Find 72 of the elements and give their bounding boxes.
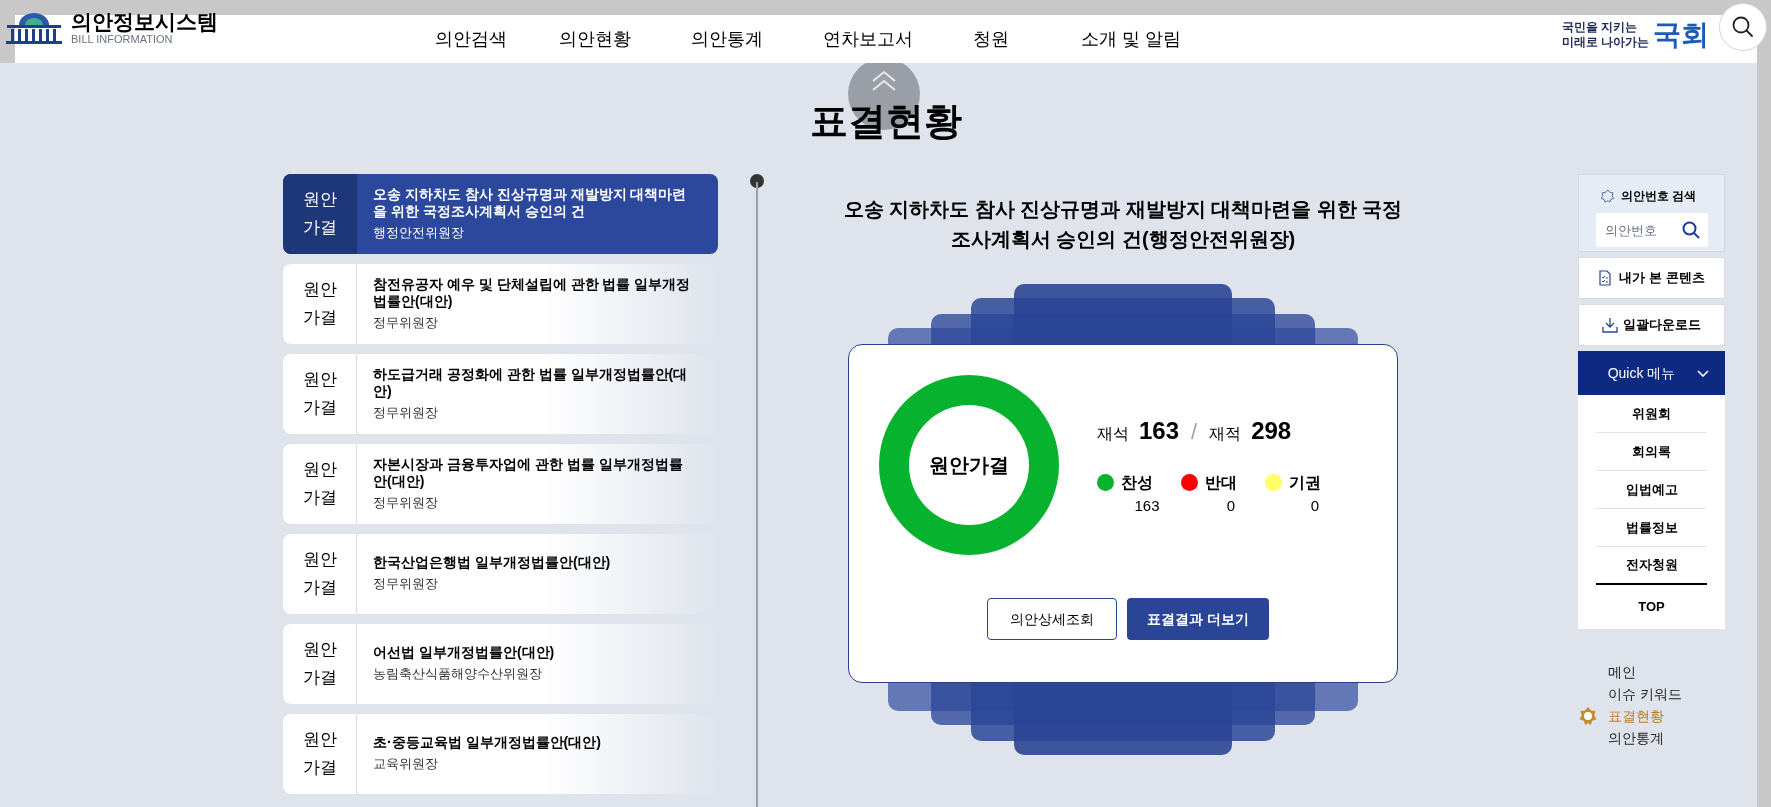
vote-count: 0 — [1309, 495, 1321, 516]
result-label: 원안 가결 — [301, 639, 338, 689]
committee-name: 정무위원장 — [373, 403, 439, 422]
result-label: 원안 가결 — [302, 189, 338, 239]
page-nav-link[interactable]: 이슈 키워드 — [1608, 683, 1682, 705]
quick-menu-link[interactable]: 전자청원 — [1596, 547, 1707, 585]
committee-name: 교육위원장 — [373, 755, 439, 774]
quick-menu-link[interactable]: 입법예고 — [1596, 471, 1707, 509]
page-title: 표결현황 — [810, 99, 962, 144]
double-chevron-up-icon — [870, 70, 898, 92]
nav-link[interactable]: 청원 — [973, 25, 1009, 53]
bill-detail-button[interactable]: 의안상세조회 — [987, 598, 1118, 640]
emblem-icon — [1600, 189, 1615, 203]
quick-menu-link[interactable]: 법률정보 — [1596, 509, 1707, 547]
committee-name: 정무위원장 — [373, 313, 439, 332]
bill-title: 한국산업은행법 일부개정법률안(대안) — [373, 554, 612, 572]
nav-link[interactable]: 의안통계 — [691, 25, 763, 53]
chevron-icon — [1697, 369, 1710, 377]
search-icon[interactable] — [1681, 221, 1700, 239]
assembly-building-icon — [5, 11, 63, 45]
nav-link[interactable]: 소개 및 알림 — [1081, 25, 1181, 53]
top-link[interactable]: TOP — [1596, 585, 1707, 629]
bill-title: 참전유공자 예우 및 단체설립에 관한 법률 일부개정법률안(대안) — [373, 275, 692, 310]
sidebar-button[interactable]: 일괄다운로드 — [1578, 304, 1725, 346]
download-icon — [1602, 317, 1618, 333]
page-nav-link[interactable]: 의안통계 — [1608, 727, 1664, 749]
committee-name: 농림축산식품해양수산위원장 — [373, 665, 543, 684]
search-icon — [1732, 16, 1754, 38]
result-label: 원안 가결 — [301, 279, 338, 329]
vote-results-button[interactable]: 표결결과 더보기 — [1127, 598, 1269, 640]
quick-menu-link[interactable]: 회의록 — [1596, 433, 1707, 471]
vote-count: 163 — [1133, 495, 1161, 516]
stat-value: 298 — [1251, 415, 1292, 446]
vote-label: 찬성 — [1121, 472, 1153, 493]
bill-title: 초·중등교육법 일부개정법률안(대안) — [373, 734, 602, 752]
stat-value: 163 — [1139, 415, 1180, 446]
page-nav-link[interactable]: 메인 — [1608, 661, 1636, 683]
assembly-logo[interactable]: 국회 — [1653, 14, 1709, 56]
logo-title[interactable]: 의안정보시스템 — [71, 11, 218, 32]
result-label: 원안 가결 — [301, 459, 338, 509]
vote-label: 기권 — [1289, 472, 1321, 493]
search-button[interactable] — [1719, 3, 1767, 51]
result-label: 원안가결 — [929, 453, 1009, 478]
quick-menu-link[interactable]: 위원회 — [1596, 395, 1707, 433]
bill-item[interactable]: 원안 가결 오송 지하차도 참사 진상규명과 재발방지 대책마련을 위한 국정조사계획서 승인의 건 행정안전위원장 — [283, 174, 718, 254]
vote-count: 0 — [1225, 495, 1237, 516]
emblem-icon — [1578, 706, 1598, 726]
bill-number-field[interactable]: 의안번호 — [1595, 213, 1708, 247]
search-title: 의안번호 검색 — [1620, 188, 1697, 205]
committee-name: 정무위원장 — [373, 575, 439, 594]
stat-label: 재적 — [1209, 423, 1242, 444]
bill-title: 오송 지하차도 참사 진상규명과 재발방지 대책마련을 위한 국정조사계획서 승인의 건 — [373, 185, 688, 220]
result-label: 원안 가결 — [301, 729, 338, 779]
bill-title: 오송 지하차도 참사 진상규명과 재발방지 대책마련을 위한 국정조사계획서 승인의 건(행정안전위원장) — [843, 197, 1403, 252]
slogan-text: 미래로 나아가는 — [1561, 35, 1649, 50]
committee-name: 정무위원장 — [373, 493, 439, 512]
committee-name: 행정안전위원장 — [373, 223, 465, 242]
nav-link[interactable]: 의안검색 — [435, 25, 507, 53]
bill-title: 자본시장과 금융투자업에 관한 법률 일부개정법률안(대안) — [373, 455, 684, 490]
stat-label: 재석 — [1097, 423, 1129, 444]
sidebar-button[interactable]: 내가 본 콘텐츠 — [1578, 257, 1725, 299]
quick-menu-toggle[interactable]: Quick 메뉴 — [1578, 351, 1725, 395]
result-label: 원안 가결 — [301, 549, 338, 599]
logo-subtitle: BILL INFORMATION — [71, 34, 174, 45]
result-label: 원안 가결 — [301, 369, 338, 419]
bill-title: 하도급거래 공정화에 관한 법률 일부개정법률안(대안) — [373, 365, 689, 400]
vote-label: 반대 — [1205, 472, 1237, 493]
separator: / — [1191, 417, 1198, 446]
nav-link[interactable]: 연차보고서 — [823, 25, 913, 53]
nav-link[interactable]: 의안현황 — [559, 25, 631, 53]
slogan-text: 국민을 지키는 — [1561, 20, 1638, 35]
bill-title: 어선법 일부개정법률안(대안) — [373, 644, 556, 662]
